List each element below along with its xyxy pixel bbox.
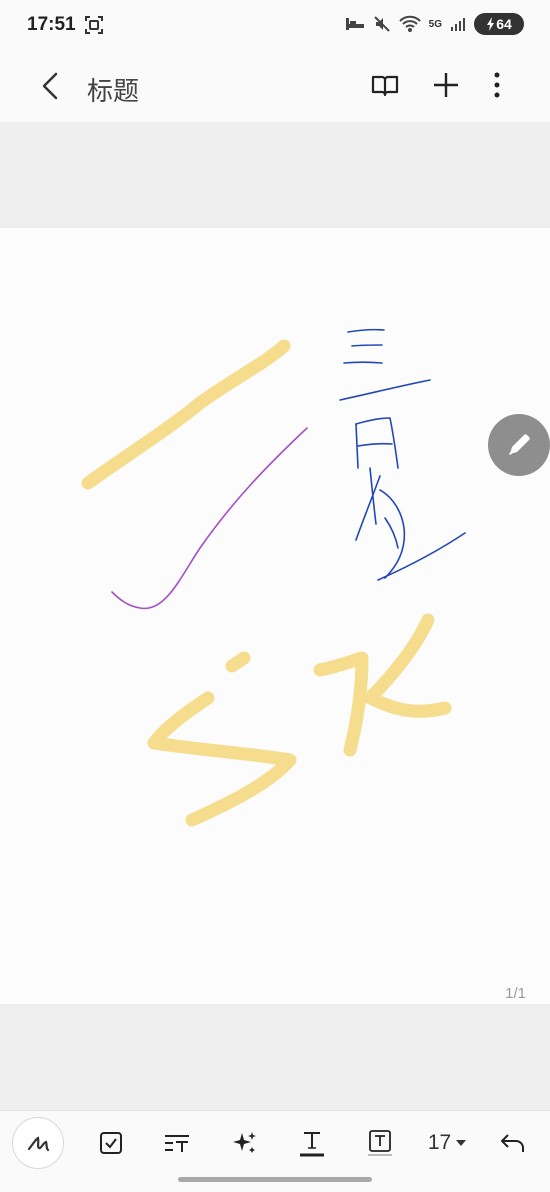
highlighter-stroke	[147, 691, 297, 827]
status-bar: 17:51 5G 64	[0, 0, 550, 52]
bottom-toolbar: 17	[0, 1110, 550, 1192]
blue-pen-stroke	[357, 442, 393, 447]
undo-button[interactable]	[498, 1123, 528, 1163]
font-size-value: 17	[427, 1131, 452, 1154]
blue-pen-strokes	[339, 328, 466, 581]
checklist-button[interactable]	[96, 1123, 126, 1163]
checkbox-icon	[100, 1132, 122, 1154]
status-icons: 5G 64	[345, 13, 524, 35]
app-bar: 标题	[0, 52, 550, 122]
more-options-button[interactable]	[485, 69, 509, 101]
text-underline-icon	[300, 1132, 324, 1157]
back-button[interactable]	[36, 68, 66, 104]
ai-assist-button[interactable]	[230, 1123, 260, 1163]
text-style-button[interactable]	[297, 1123, 327, 1163]
blue-pen-stroke	[339, 379, 431, 401]
battery-indicator: 64	[474, 13, 524, 35]
highlighter-stroke	[81, 339, 291, 490]
text-format-button[interactable]	[162, 1123, 192, 1163]
handwriting-canvas[interactable]	[0, 228, 550, 1004]
wifi-icon	[398, 15, 421, 32]
blue-pen-stroke	[379, 489, 406, 579]
page-indicator: 1/1	[505, 985, 526, 1002]
bottom-margin-area	[0, 1004, 550, 1110]
text-box-icon	[368, 1130, 392, 1156]
pencil-icon	[509, 434, 530, 455]
top-margin-area	[0, 122, 550, 228]
highlighter-strokes	[81, 339, 452, 827]
mute-icon	[373, 16, 390, 32]
blue-pen-stroke	[355, 475, 381, 541]
drawing-page[interactable]: 1/1	[0, 228, 550, 1005]
screen-capture-icon	[84, 15, 104, 40]
ai-sparkle-icon	[233, 1132, 256, 1153]
battery-level: 64	[496, 16, 512, 32]
highlighter-stroke	[363, 613, 452, 718]
status-time: 17:51	[27, 14, 76, 35]
blue-pen-stroke	[351, 344, 383, 347]
sleep-icon	[345, 18, 364, 30]
highlighter-stroke	[313, 651, 369, 757]
network-type: 5G	[428, 18, 442, 30]
floating-pen-button[interactable]	[488, 414, 550, 476]
chevron-down-icon	[456, 1140, 467, 1146]
note-title[interactable]: 标题	[87, 71, 139, 108]
plus-icon	[434, 73, 458, 97]
blue-pen-stroke	[384, 517, 399, 549]
purple-pen-stroke	[111, 427, 308, 610]
pen-icon	[27, 1136, 50, 1152]
text-box-button[interactable]	[365, 1123, 395, 1163]
blue-pen-stroke	[377, 532, 466, 581]
font-size-dropdown[interactable]: 17	[424, 1123, 472, 1163]
blue-pen-stroke	[343, 361, 383, 364]
pen-tool-button[interactable]	[12, 1117, 64, 1169]
charging-icon	[487, 17, 495, 31]
highlighter-stroke	[225, 651, 251, 673]
home-indicator	[178, 1177, 372, 1182]
blue-pen-stroke	[355, 417, 399, 469]
add-page-button[interactable]	[430, 69, 462, 101]
more-vertical-icon	[494, 72, 500, 98]
back-arrow-icon	[42, 72, 58, 100]
book-icon	[371, 75, 399, 97]
blue-pen-stroke	[347, 328, 385, 333]
undo-icon	[501, 1134, 524, 1152]
signal-icon	[451, 18, 465, 31]
text-format-icon	[165, 1135, 189, 1152]
book-view-button[interactable]	[369, 70, 401, 102]
